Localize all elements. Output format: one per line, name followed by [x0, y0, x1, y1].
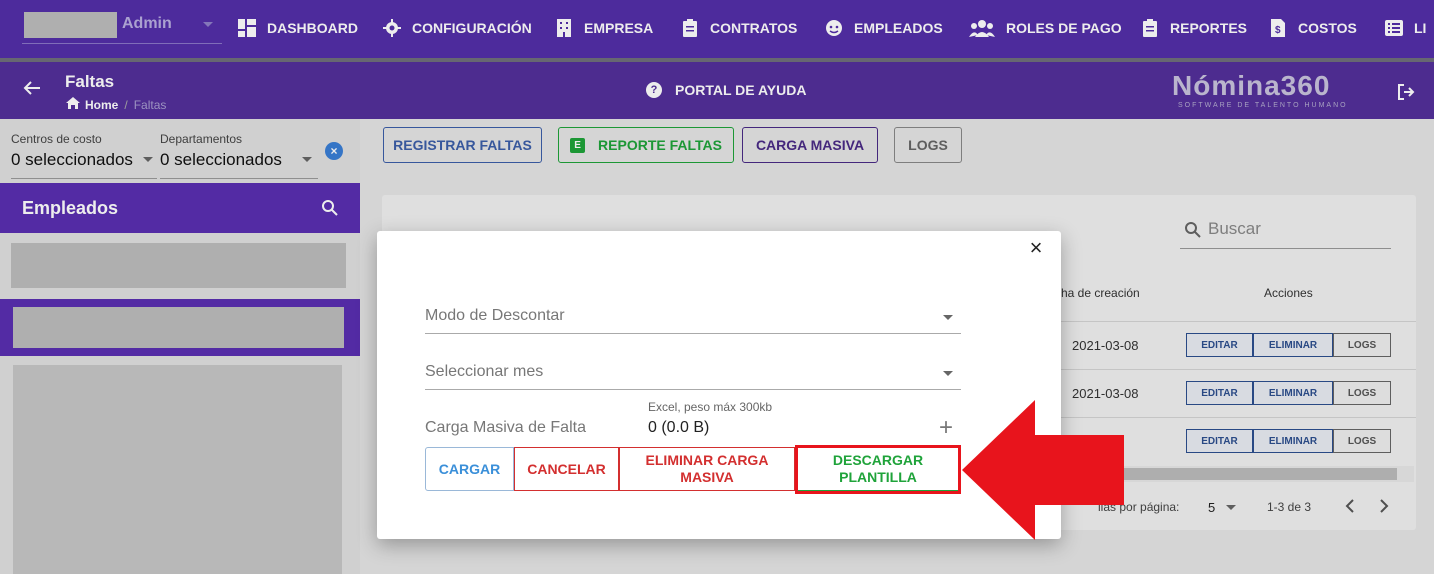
discount-mode-underline [425, 333, 961, 334]
chevron-down-icon[interactable] [943, 371, 953, 376]
cancel-button[interactable]: CANCELAR [514, 447, 619, 491]
chevron-down-icon[interactable] [943, 315, 953, 320]
close-icon[interactable]: × [1027, 237, 1045, 259]
bulk-upload-dialog: × Modo de Descontar Seleccionar mes Exce… [377, 231, 1061, 539]
download-template-button[interactable]: DESCARGAR PLANTILLA [795, 447, 961, 491]
month-underline [425, 389, 961, 390]
upload-button[interactable]: CARGAR [425, 447, 514, 491]
month-select[interactable]: Seleccionar mes [425, 363, 543, 381]
discount-mode-select[interactable]: Modo de Descontar [425, 307, 565, 325]
file-upload-value[interactable]: 0 (0.0 B) [648, 419, 709, 437]
file-hint: Excel, peso máx 300kb [648, 400, 773, 414]
file-upload-label: Carga Masiva de Falta [425, 419, 586, 436]
delete-bulk-upload-button[interactable]: ELIMINAR CARGA MASIVA [619, 447, 795, 491]
add-file-icon[interactable]: + [939, 414, 953, 442]
